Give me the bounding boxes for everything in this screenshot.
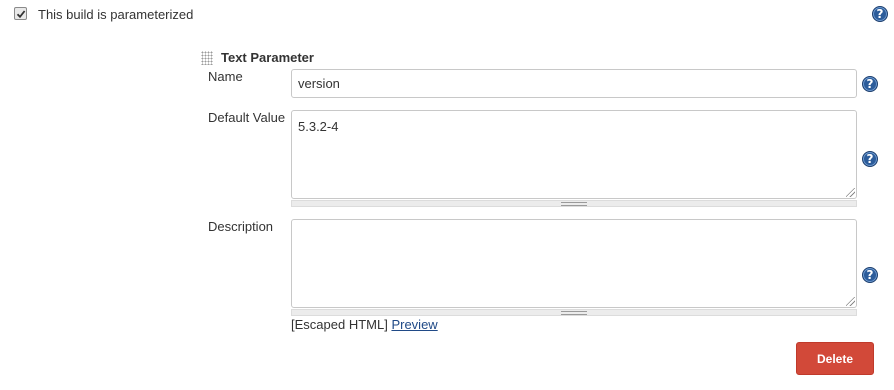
default-value-text: 5.3.2-4 bbox=[298, 119, 339, 134]
preview-link[interactable]: Preview bbox=[391, 317, 437, 332]
name-input[interactable]: version bbox=[291, 69, 857, 98]
resize-corner-icon[interactable] bbox=[846, 188, 855, 197]
parameterized-checkbox[interactable] bbox=[14, 7, 27, 20]
description-textarea[interactable] bbox=[291, 219, 857, 308]
drag-handle-icon[interactable] bbox=[201, 51, 213, 65]
textarea-resize-grip[interactable] bbox=[291, 309, 857, 316]
delete-button[interactable]: Delete bbox=[796, 342, 874, 375]
help-icon[interactable]: ? bbox=[862, 267, 878, 283]
parameterized-label: This build is parameterized bbox=[38, 7, 194, 22]
resize-corner-icon[interactable] bbox=[846, 297, 855, 306]
markup-format-note: [Escaped HTML] Preview bbox=[291, 317, 438, 333]
help-icon[interactable]: ? bbox=[862, 151, 878, 167]
default-value-label: Default Value bbox=[208, 110, 286, 125]
help-icon[interactable]: ? bbox=[872, 6, 888, 22]
name-label: Name bbox=[208, 69, 243, 84]
help-icon[interactable]: ? bbox=[862, 76, 878, 92]
escaped-html-label: [Escaped HTML] bbox=[291, 317, 388, 332]
default-value-textarea[interactable]: 5.3.2-4 bbox=[291, 110, 857, 199]
description-label: Description bbox=[208, 219, 274, 234]
checkmark-icon bbox=[16, 9, 25, 18]
textarea-resize-grip[interactable] bbox=[291, 200, 857, 207]
parameter-type-title: Text Parameter bbox=[221, 50, 314, 65]
